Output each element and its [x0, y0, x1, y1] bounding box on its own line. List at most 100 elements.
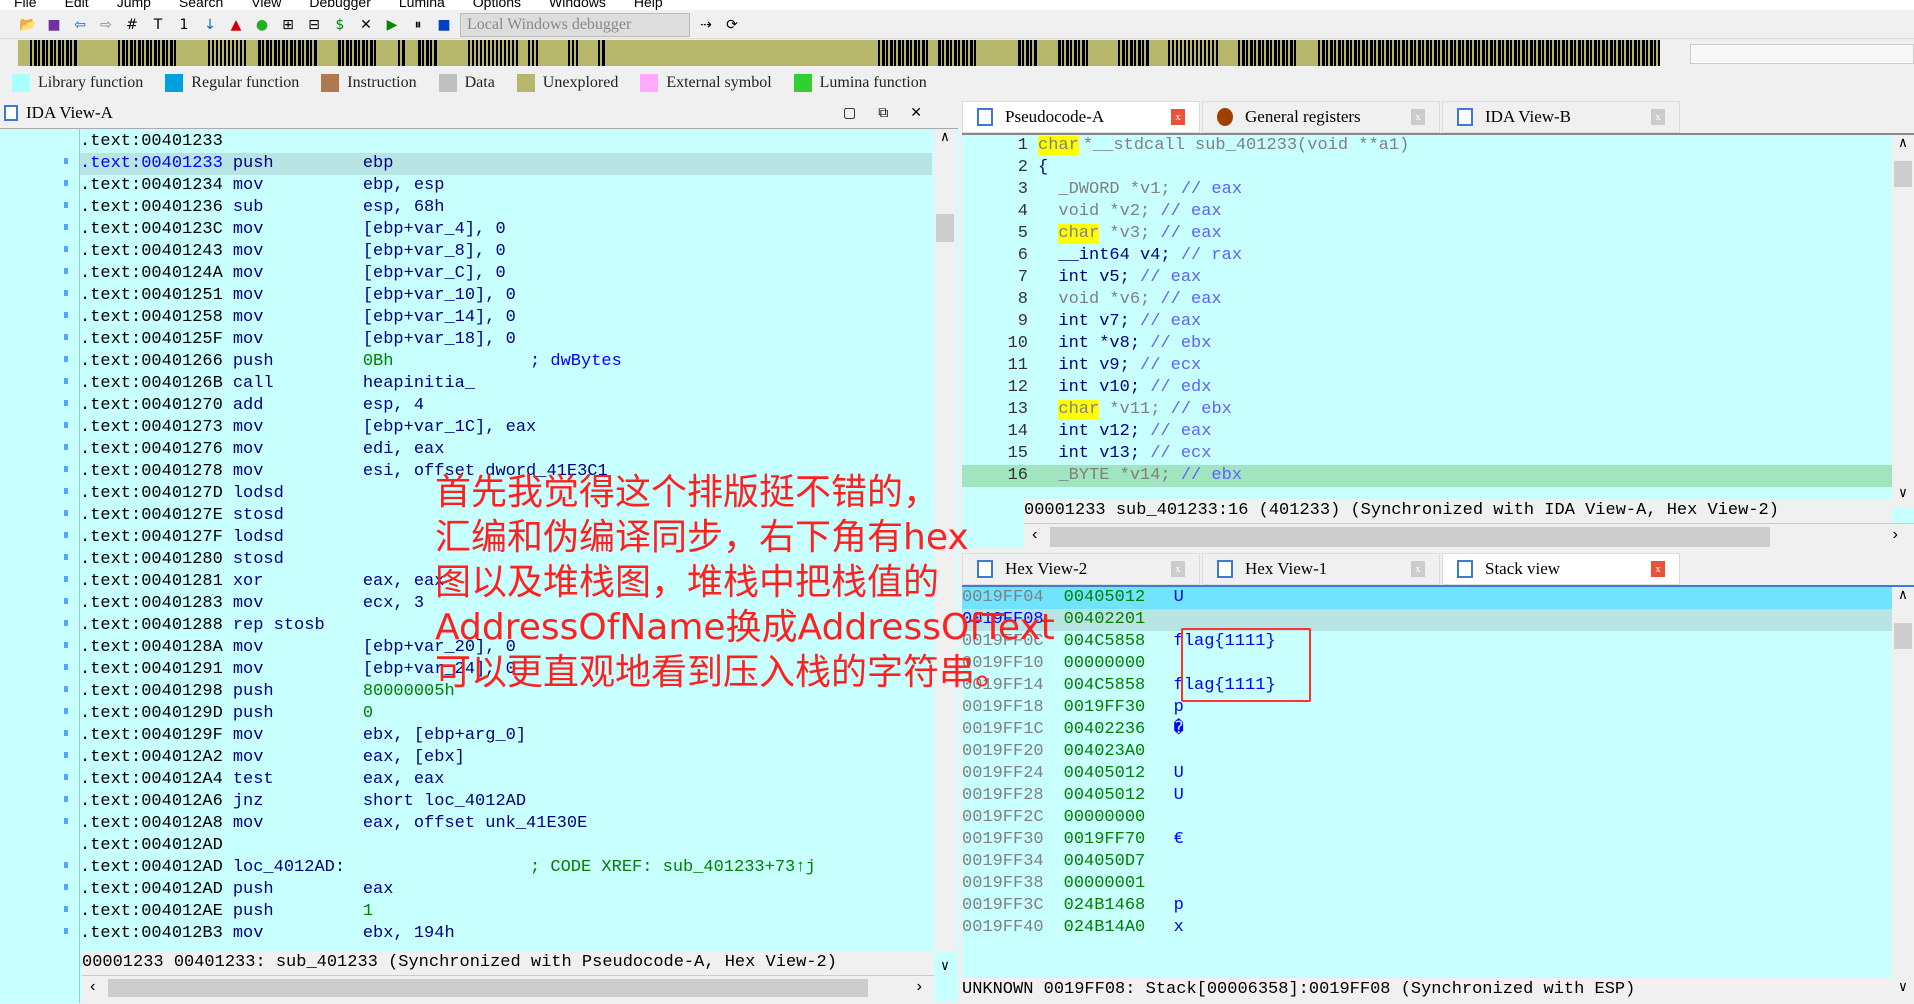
- pseudocode-line[interactable]: 3 _DWORD *v1; // eax: [962, 179, 1892, 201]
- close-icon[interactable]: x: [1651, 109, 1665, 125]
- disasm-line[interactable]: .text:0040123C mov [ebp+var_4], 0: [80, 219, 932, 241]
- disasm-line[interactable]: .text:00401283 mov ecx, 3: [80, 593, 932, 615]
- string-icon[interactable]: $: [330, 15, 350, 35]
- disasm-line[interactable]: .text:004012A6 jnz short loc_4012AD: [80, 791, 932, 813]
- scroll-left-icon[interactable]: ‹: [1030, 526, 1040, 544]
- vertical-scrollbar[interactable]: ∧ ∨: [1892, 587, 1914, 1004]
- pseudocode-line[interactable]: 10 int *v8; // ebx: [962, 333, 1892, 355]
- disasm-line[interactable]: .text:0040129F mov ebx, [ebp+arg_0]: [80, 725, 932, 747]
- search-imm-icon[interactable]: 1: [174, 15, 194, 35]
- horizontal-scrollbar[interactable]: ‹ ›: [82, 975, 934, 1001]
- debugger-select[interactable]: Local Windows debugger: [460, 12, 690, 37]
- breakpoint-marker[interactable]: [64, 466, 68, 472]
- scroll-down-icon[interactable]: ∨: [934, 958, 956, 975]
- stack-row[interactable]: 0019FF14 004C5858 flag{1111}: [962, 675, 1892, 697]
- breakpoint-marker[interactable]: [64, 752, 68, 758]
- forward-icon[interactable]: ⇨: [96, 15, 116, 35]
- disasm-line[interactable]: .text:0040127E stosd: [80, 505, 932, 527]
- pseudocode-line[interactable]: 6 __int64 v4; // rax: [962, 245, 1892, 267]
- breakpoint-marker[interactable]: [64, 422, 68, 428]
- disasm-line[interactable]: .text:0040128A mov [ebp+var_20], 0: [80, 637, 932, 659]
- tab-hex-view-1[interactable]: Hex View-1 x: [1202, 553, 1440, 585]
- disasm-line[interactable]: .text:0040127F lodsd: [80, 527, 932, 549]
- close-icon[interactable]: x: [1651, 561, 1665, 577]
- pseudocode-line[interactable]: 8 void *v6; // eax: [962, 289, 1892, 311]
- navigation-scale[interactable]: [1690, 44, 1914, 64]
- disasm-line[interactable]: .text:004012A4 test eax, eax: [80, 769, 932, 791]
- stack-row[interactable]: 0019FF38 00000001: [962, 873, 1892, 895]
- disasm-line[interactable]: .text:0040126B call heapinitia_: [80, 373, 932, 395]
- breakpoint-marker[interactable]: [64, 686, 68, 692]
- disasm-line[interactable]: .text:0040125F mov [ebp+var_18], 0: [80, 329, 932, 351]
- pseudocode-line[interactable]: 14 int v12; // eax: [962, 421, 1892, 443]
- pseudocode-line[interactable]: 7 int v5; // eax: [962, 267, 1892, 289]
- disasm-line[interactable]: .text:00401288 rep stosb: [80, 615, 932, 637]
- search-binary-icon[interactable]: #: [122, 15, 142, 35]
- undefine-icon[interactable]: ✕: [356, 15, 376, 35]
- data-icon[interactable]: ⊟: [304, 15, 324, 35]
- close-icon[interactable]: x: [1171, 561, 1185, 577]
- close-icon[interactable]: x: [1411, 561, 1425, 577]
- breakpoint-marker[interactable]: [64, 818, 68, 824]
- breakpoint-marker[interactable]: [64, 444, 68, 450]
- pseudocode-line[interactable]: 15 int v13; // ecx: [962, 443, 1892, 465]
- menu-item[interactable]: Lumina: [399, 0, 445, 10]
- breakpoint-marker[interactable]: [64, 180, 68, 186]
- navigation-band[interactable]: [18, 40, 1661, 66]
- save-icon[interactable]: ■: [44, 15, 64, 35]
- breakpoint-marker[interactable]: [64, 620, 68, 626]
- menu-item[interactable]: Search: [179, 0, 223, 10]
- breakpoint-marker[interactable]: [64, 774, 68, 780]
- close-icon[interactable]: x: [1171, 109, 1185, 125]
- stack-row[interactable]: 0019FF1C 00402236 �: [962, 719, 1892, 741]
- disasm-line[interactable]: .text:00401233 push ebp: [80, 153, 932, 175]
- breakpoint-marker[interactable]: [64, 862, 68, 868]
- back-icon[interactable]: ⇦: [70, 15, 90, 35]
- run-icon[interactable]: ▶: [382, 15, 402, 35]
- breakpoint-marker[interactable]: [64, 796, 68, 802]
- tab-general-registers[interactable]: General registers x: [1202, 101, 1440, 133]
- pseudocode-line[interactable]: 16 _BYTE *v14; // ebx: [962, 465, 1892, 487]
- search-text-icon[interactable]: T: [148, 15, 168, 35]
- vertical-scrollbar[interactable]: ∧ ∨: [1892, 135, 1914, 507]
- stack-row[interactable]: 0019FF28 00405012 U: [962, 785, 1892, 807]
- disasm-line[interactable]: .text:00401266 push 0Bh ; dwBytes: [80, 351, 932, 373]
- tab-ida-view-b[interactable]: IDA View-B x: [1442, 101, 1680, 133]
- pseudocode-line[interactable]: 1 char *__stdcall sub_401233(void **a1): [962, 135, 1892, 157]
- pseudocode-line[interactable]: 13 char *v11; // ebx: [962, 399, 1892, 421]
- breakpoint-marker[interactable]: [64, 246, 68, 252]
- breakpoint-marker[interactable]: [64, 510, 68, 516]
- disasm-line[interactable]: .text:00401251 mov [ebp+var_10], 0: [80, 285, 932, 307]
- disasm-line[interactable]: .text:00401280 stosd: [80, 549, 932, 571]
- disasm-line[interactable]: .text:004012AE push 1: [80, 901, 932, 923]
- tab-stack-view[interactable]: Stack view x: [1442, 553, 1680, 585]
- open-icon[interactable]: 📂: [18, 15, 38, 35]
- pseudocode-line[interactable]: 2{: [962, 157, 1892, 179]
- disasm-line[interactable]: .text:004012AD loc_4012AD: ; CODE XREF: su…: [80, 857, 932, 879]
- disasm-line[interactable]: .text:004012AD push eax: [80, 879, 932, 901]
- menu-item[interactable]: Options: [473, 0, 521, 10]
- stack-row[interactable]: 0019FF04 00405012 U: [962, 587, 1892, 609]
- menu-item[interactable]: Jump: [117, 0, 151, 10]
- breakpoint-marker[interactable]: [64, 664, 68, 670]
- scroll-down-icon[interactable]: ∨: [1892, 979, 1914, 996]
- disasm-line[interactable]: .text:0040129D push 0: [80, 703, 932, 725]
- stack-row[interactable]: 0019FF34 004050D7: [962, 851, 1892, 873]
- breakpoint-marker[interactable]: [64, 400, 68, 406]
- breakpoint-marker[interactable]: [64, 576, 68, 582]
- disassembly-listing[interactable]: .text:00401233 .text:00401233 push ebp .text…: [80, 131, 932, 945]
- menu-item[interactable]: View: [251, 0, 281, 10]
- stack-row[interactable]: 0019FF24 00405012 U: [962, 763, 1892, 785]
- tab-pseudocode-a[interactable]: Pseudocode-A x: [962, 101, 1200, 133]
- breakpoint-marker[interactable]: [64, 312, 68, 318]
- breakpoint-marker[interactable]: [64, 598, 68, 604]
- pseudocode-view[interactable]: 1 char *__stdcall sub_401233(void **a1) 2{3…: [962, 133, 1914, 549]
- disasm-line[interactable]: .text:00401291 mov [ebp+var_24], 0: [80, 659, 932, 681]
- disasm-line[interactable]: .text:00401236 sub esp, 68h: [80, 197, 932, 219]
- attach-icon[interactable]: ⇢: [696, 15, 716, 35]
- tab-hex-view-2[interactable]: Hex View-2 x: [962, 553, 1200, 585]
- disasm-line[interactable]: .text:00401243 mov [ebp+var_8], 0: [80, 241, 932, 263]
- disasm-line[interactable]: .text:00401233: [80, 131, 932, 153]
- close-icon[interactable]: x: [1411, 109, 1425, 125]
- green-circle-icon[interactable]: ●: [252, 15, 272, 35]
